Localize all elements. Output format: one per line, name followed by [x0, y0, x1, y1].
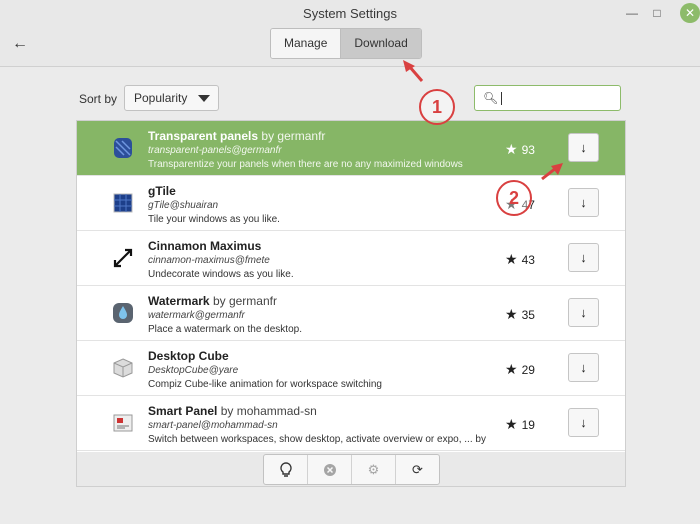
- annotation-callout: 1: [419, 89, 455, 125]
- annotation-callout: 2: [496, 180, 532, 216]
- annotation-arrows: [403, 60, 563, 181]
